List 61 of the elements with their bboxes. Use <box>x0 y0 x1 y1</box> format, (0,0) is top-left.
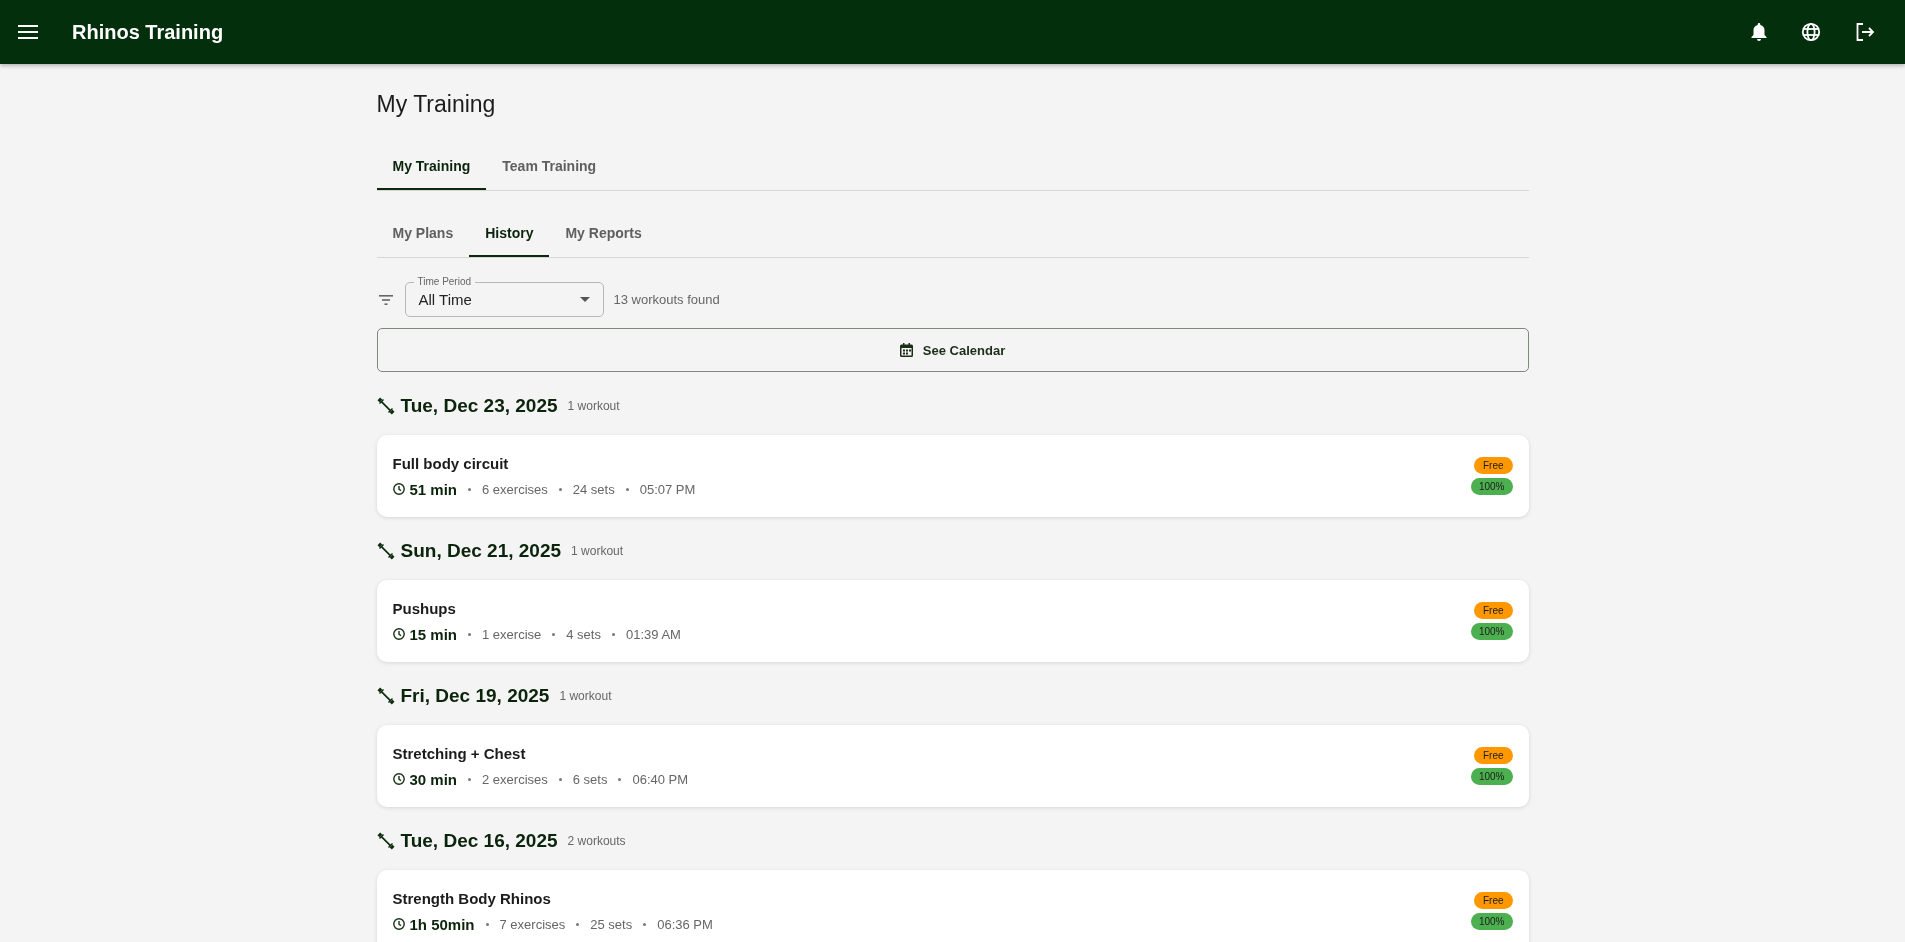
completion-badge: 100% <box>1470 768 1513 785</box>
clock-icon <box>392 483 405 495</box>
set-count: 4 sets <box>566 626 601 642</box>
calendar-icon <box>899 343 913 357</box>
dumbbell-icon <box>376 832 395 850</box>
workout-duration: 15 min <box>409 625 458 643</box>
workout-count: 1 workout <box>559 689 612 703</box>
tab[interactable]: My Training <box>376 146 487 190</box>
caret-icon <box>579 297 590 302</box>
exercise-count: 2 exercises <box>482 771 548 787</box>
type-badge: Free <box>1473 747 1513 764</box>
workout-count: 2 workouts <box>567 834 626 848</box>
filter-icon <box>378 294 393 305</box>
result-count: 13 workouts found <box>613 292 720 307</box>
workout-name: Full body circuit <box>392 454 510 472</box>
date-heading: Sun, Dec 21, 2025 <box>400 540 562 562</box>
tab[interactable]: My Reports <box>549 213 658 257</box>
completion-badge: 100% <box>1470 478 1513 495</box>
exercise-count: 7 exercises <box>499 916 566 932</box>
clock-icon <box>392 628 405 640</box>
date-heading: Tue, Dec 16, 2025 <box>400 830 558 852</box>
date-heading: Fri, Dec 19, 2025 <box>400 685 550 707</box>
workout-time: 06:40 PM <box>632 771 689 787</box>
tab[interactable]: My Plans <box>376 213 470 257</box>
type-badge: Free <box>1473 457 1513 474</box>
type-badge: Free <box>1473 602 1513 619</box>
workout-duration: 30 min <box>409 770 458 788</box>
workout-time: 05:07 PM <box>639 481 696 497</box>
completion-badge: 100% <box>1470 623 1513 640</box>
workout-card[interactable]: Strength Body Rhinos 1h 50min 7 exercises 25 sets 06:36 PM Free 100% <box>376 870 1529 942</box>
clock-icon <box>392 918 405 930</box>
workout-name: Stretching + Chest <box>392 744 527 762</box>
set-count: 25 sets <box>590 916 633 932</box>
type-badge: Free <box>1473 892 1513 909</box>
workout-count: 1 workout <box>567 399 620 413</box>
completion-badge: 100% <box>1470 913 1513 930</box>
workout-duration: 1h 50min <box>409 915 475 933</box>
exercise-count: 1 exercise <box>482 626 542 642</box>
tab[interactable]: Team Training <box>486 146 613 190</box>
workout-duration: 51 min <box>409 480 458 498</box>
workout-name: Pushups <box>392 599 457 617</box>
page-title: My Training <box>376 90 497 119</box>
set-count: 24 sets <box>572 481 615 497</box>
workout-card[interactable]: Pushups 15 min 1 exercise 4 sets 01:39 AM Free 100% <box>376 580 1529 662</box>
workout-time: 01:39 AM <box>625 626 681 642</box>
app-title: Rhinos Training <box>72 20 224 44</box>
dumbbell-icon <box>376 687 395 705</box>
date-heading: Tue, Dec 23, 2025 <box>400 395 558 417</box>
workout-card[interactable]: Full body circuit 51 min 6 exercises 24 sets 05:07 PM Free 100% <box>376 435 1529 517</box>
workout-name: Strength Body Rhinos <box>392 889 552 907</box>
workout-time: 06:36 PM <box>657 916 713 932</box>
workout-card[interactable]: Stretching + Chest 30 min 2 exercises 6 sets 06:40 PM Free 100% <box>376 725 1529 807</box>
set-count: 6 sets <box>572 771 608 787</box>
see-calendar-button[interactable]: See Calendar <box>376 328 1529 372</box>
tab[interactable]: History <box>469 213 550 257</box>
clock-icon <box>392 773 405 785</box>
dumbbell-icon <box>376 397 395 415</box>
dumbbell-icon <box>376 542 395 560</box>
exercise-count: 6 exercises <box>482 481 548 497</box>
workout-count: 1 workout <box>571 544 624 558</box>
time-period-select[interactable]: Time Period All Time <box>404 275 604 317</box>
